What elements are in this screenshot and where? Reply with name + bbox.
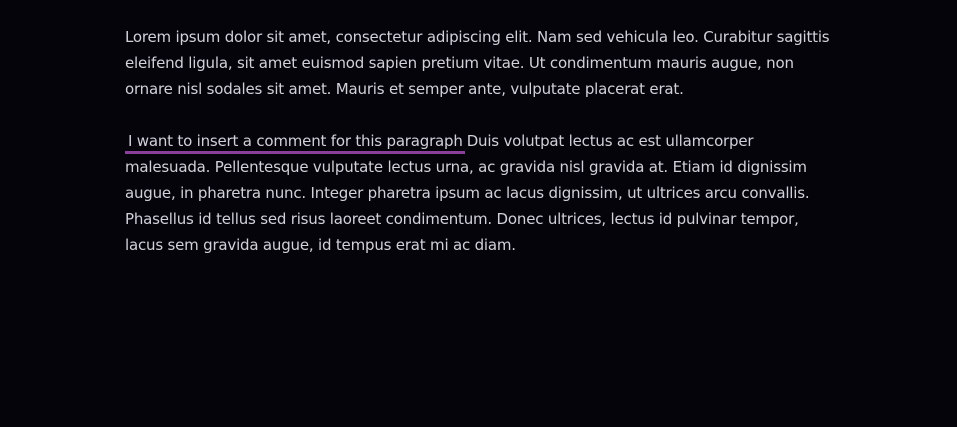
paragraph-first-text: Lorem ipsum dolor sit amet, consectetur … bbox=[125, 28, 830, 98]
comment-highlight[interactable]: I want to insert a comment for this para… bbox=[125, 131, 465, 154]
document-page: Lorem ipsum dolor sit amet, consectetur … bbox=[0, 0, 957, 427]
paragraph-first: Lorem ipsum dolor sit amet, consectetur … bbox=[125, 24, 837, 102]
document-content: Lorem ipsum dolor sit amet, consectetur … bbox=[125, 24, 837, 258]
paragraph-second: I want to insert a comment for this para… bbox=[125, 128, 837, 258]
